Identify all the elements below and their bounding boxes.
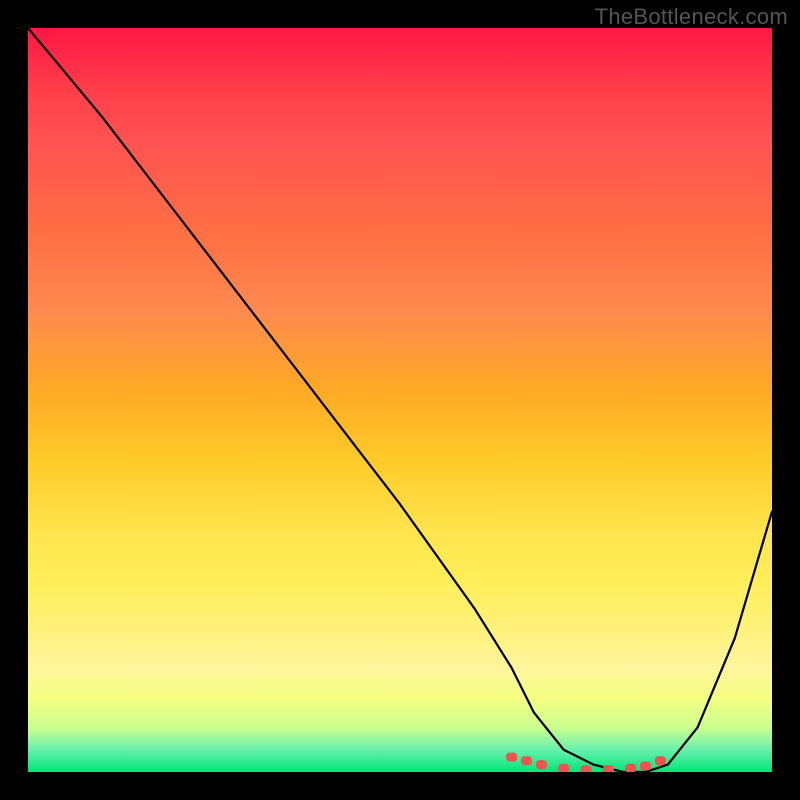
flat-zone-markers — [507, 753, 666, 772]
watermark-text: TheBottleneck.com — [595, 4, 788, 30]
chart-gradient-area — [28, 28, 772, 772]
chart-svg — [28, 28, 772, 772]
bottleneck-curve — [28, 28, 772, 772]
